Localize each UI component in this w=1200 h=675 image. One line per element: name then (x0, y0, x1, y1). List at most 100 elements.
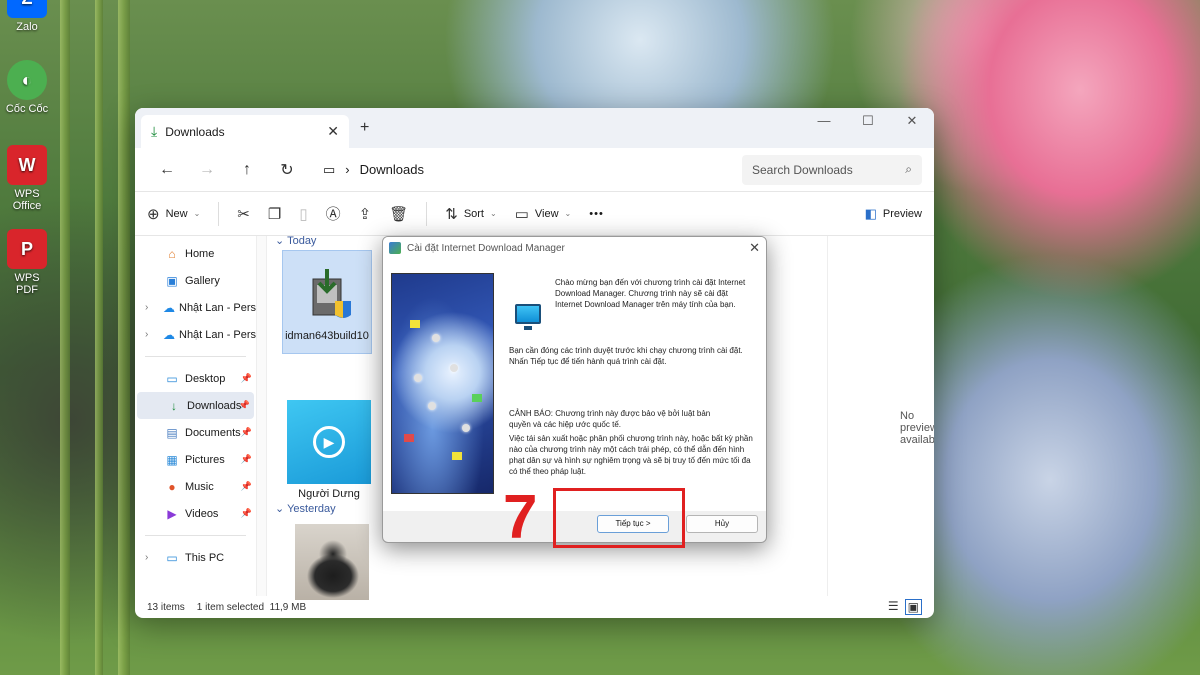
home-icon: ⌂ (168, 246, 176, 261)
sidebar-item-downloads[interactable]: ↓ Downloads 📌 (137, 392, 254, 419)
cut-button[interactable]: ✂ (237, 205, 250, 223)
details-view-icon[interactable]: ☰ (888, 599, 899, 615)
download-icon: ↓ (171, 398, 177, 413)
preview-pane-icon: ◧ (864, 205, 877, 221)
new-button[interactable]: ⊕ New ⌄ (147, 205, 200, 223)
forward-button[interactable]: → (187, 161, 227, 179)
sidebar-item-pictures[interactable]: ▦ Pictures 📌 (135, 446, 256, 473)
cloud-icon: ☁ (163, 300, 175, 315)
chevron-right-icon[interactable]: › (145, 329, 148, 340)
chevron-right-icon[interactable]: › (145, 302, 148, 313)
desktop-icon-wps-pdf[interactable]: P WPS PDF (2, 229, 52, 296)
status-bar: 13 items 1 item selected 11,9 MB ☰ ▣ (135, 596, 934, 618)
sidebar-item-home[interactable]: ⌂ Home (135, 240, 256, 267)
step-number-annotation: 7 (503, 483, 538, 552)
maximize-button[interactable]: ☐ (846, 113, 890, 129)
copy-button[interactable]: ❐ (268, 205, 281, 223)
selected-size: 11,9 MB (269, 601, 307, 613)
tab-downloads[interactable]: ⤓ Downloads ✕ (141, 115, 349, 148)
desktop-icon-wps-office[interactable]: W WPS Office (2, 145, 52, 212)
decorative-orb (414, 374, 422, 382)
delete-button[interactable]: 🗑 (389, 205, 408, 223)
sort-button[interactable]: ⇅ Sort ⌄ (445, 205, 496, 223)
zalo-icon: Z (7, 0, 47, 18)
sidebar-item-label: Pictures (185, 453, 225, 466)
dialog-close-button[interactable]: ✕ (749, 240, 760, 256)
pin-icon: 📌 (240, 373, 252, 383)
breadcrumb-downloads[interactable]: Downloads (360, 162, 424, 177)
group-header-today[interactable]: ⌄ Today (275, 234, 316, 247)
view-button[interactable]: ▭ View ⌄ (515, 205, 572, 223)
view-icon: ▭ (514, 205, 529, 223)
pin-icon: 📌 (240, 454, 252, 464)
sidebar-item-documents[interactable]: ▤ Documents 📌 (135, 419, 256, 446)
welcome-text: Chào mừng bạn đến với chương trình cài đ… (555, 278, 746, 309)
more-options-button[interactable]: ••• (589, 208, 604, 220)
chevron-down-icon: ⌄ (275, 503, 285, 515)
dialog-title-bar: Cài đặt Internet Download Manager ✕ (383, 237, 766, 259)
share-button[interactable]: ⇪ (359, 205, 372, 223)
new-tab-button[interactable]: + (360, 119, 369, 137)
refresh-button[interactable]: ↻ (267, 160, 307, 180)
preview-pane-button[interactable]: ◧ Preview (865, 206, 922, 222)
installer-icon (312, 269, 351, 318)
close-tab-icon[interactable]: ✕ (327, 123, 339, 140)
file-item-cat-photo[interactable] (287, 520, 377, 600)
desktop-icon-label: WPS PDF (14, 272, 40, 296)
sidebar-item-label: Nhật Lan - Perso (179, 328, 257, 341)
sidebar-item-onedrive-1[interactable]: › ☁ Nhật Lan - Perso (135, 294, 256, 321)
wps-pdf-icon: P (7, 229, 47, 269)
rename-icon: Ⓐ (325, 206, 341, 223)
preview-label: Preview (882, 207, 922, 220)
divider (145, 356, 246, 357)
sidebar-item-desktop[interactable]: ▭ Desktop 📌 (135, 365, 256, 392)
divider (145, 535, 246, 536)
rename-button[interactable]: Ⓐ (326, 203, 341, 224)
navigation-pane: ⌂ Home ▣ Gallery › ☁ Nhật Lan - Perso › ☁ Nhật… (135, 236, 257, 596)
tiles-view-icon[interactable]: ▣ (904, 599, 922, 615)
desktop-icon-coccoc[interactable]: ◐ Cốc Cốc (2, 60, 52, 115)
search-input[interactable]: Search Downloads ⌕ (742, 154, 922, 185)
sidebar-item-music[interactable]: ● Music 📌 (135, 473, 256, 500)
legal-text: Việc tái sản xuất hoặc phân phối chương … (509, 434, 753, 476)
sort-icon: ⇅ (445, 205, 458, 223)
preview-pane: No preview available. (827, 236, 934, 596)
paste-button[interactable]: ▯ (299, 205, 307, 223)
pin-icon: 📌 (240, 427, 252, 437)
group-label: Yesterday (287, 503, 336, 515)
pin-icon: 📌 (238, 400, 250, 410)
navigation-scrollbar[interactable] (257, 236, 267, 596)
cancel-button[interactable]: Hủy (686, 515, 758, 533)
chevron-right-icon[interactable]: › (145, 552, 148, 563)
sidebar-item-onedrive-2[interactable]: › ☁ Nhật Lan - Perso (135, 321, 256, 348)
minimize-button[interactable]: — (802, 113, 846, 129)
image-thumbnail (295, 524, 369, 600)
cloud-icon: ☁ (163, 327, 175, 342)
up-button[interactable]: ↑ (227, 161, 267, 179)
decorative-square (452, 452, 462, 460)
monitor-icon: ▭ (323, 161, 336, 177)
command-bar: ⊕ New ⌄ ✂ ❐ ▯ Ⓐ ⇪ 🗑 ⇅ Sort ⌄ ▭ View ⌄ ••… (135, 192, 934, 236)
desktop-icon-label: Zalo (16, 21, 38, 33)
desktop-icon-zalo[interactable]: Z Zalo (2, 0, 52, 33)
back-button[interactable]: ← (147, 161, 187, 179)
group-header-yesterday[interactable]: ⌄ Yesterday (275, 502, 336, 515)
file-item-nguoi-dung[interactable]: ▶ Người Dưng (284, 396, 374, 500)
music-icon: ● (168, 479, 176, 494)
decorative-orb (450, 364, 458, 372)
new-label: New (165, 207, 188, 220)
file-name: Người Dưng (298, 488, 360, 500)
chevron-down-icon: ⌄ (275, 235, 285, 247)
sidebar-item-label: Gallery (185, 274, 220, 287)
sidebar-item-this-pc[interactable]: › ▭ This PC (135, 544, 256, 571)
close-window-button[interactable]: ✕ (890, 113, 934, 129)
group-label: Today (287, 235, 317, 247)
sidebar-item-gallery[interactable]: ▣ Gallery (135, 267, 256, 294)
installer-banner-image (391, 273, 494, 494)
file-item-idman[interactable]: idman643build10 (282, 250, 372, 354)
sidebar-item-label: This PC (185, 551, 225, 564)
breadcrumb[interactable]: ▭ › Downloads (315, 155, 735, 185)
sidebar-item-videos[interactable]: ▶ Videos 📌 (135, 500, 256, 527)
sidebar-item-label: Home (185, 247, 215, 260)
videos-icon: ▶ (167, 506, 177, 521)
